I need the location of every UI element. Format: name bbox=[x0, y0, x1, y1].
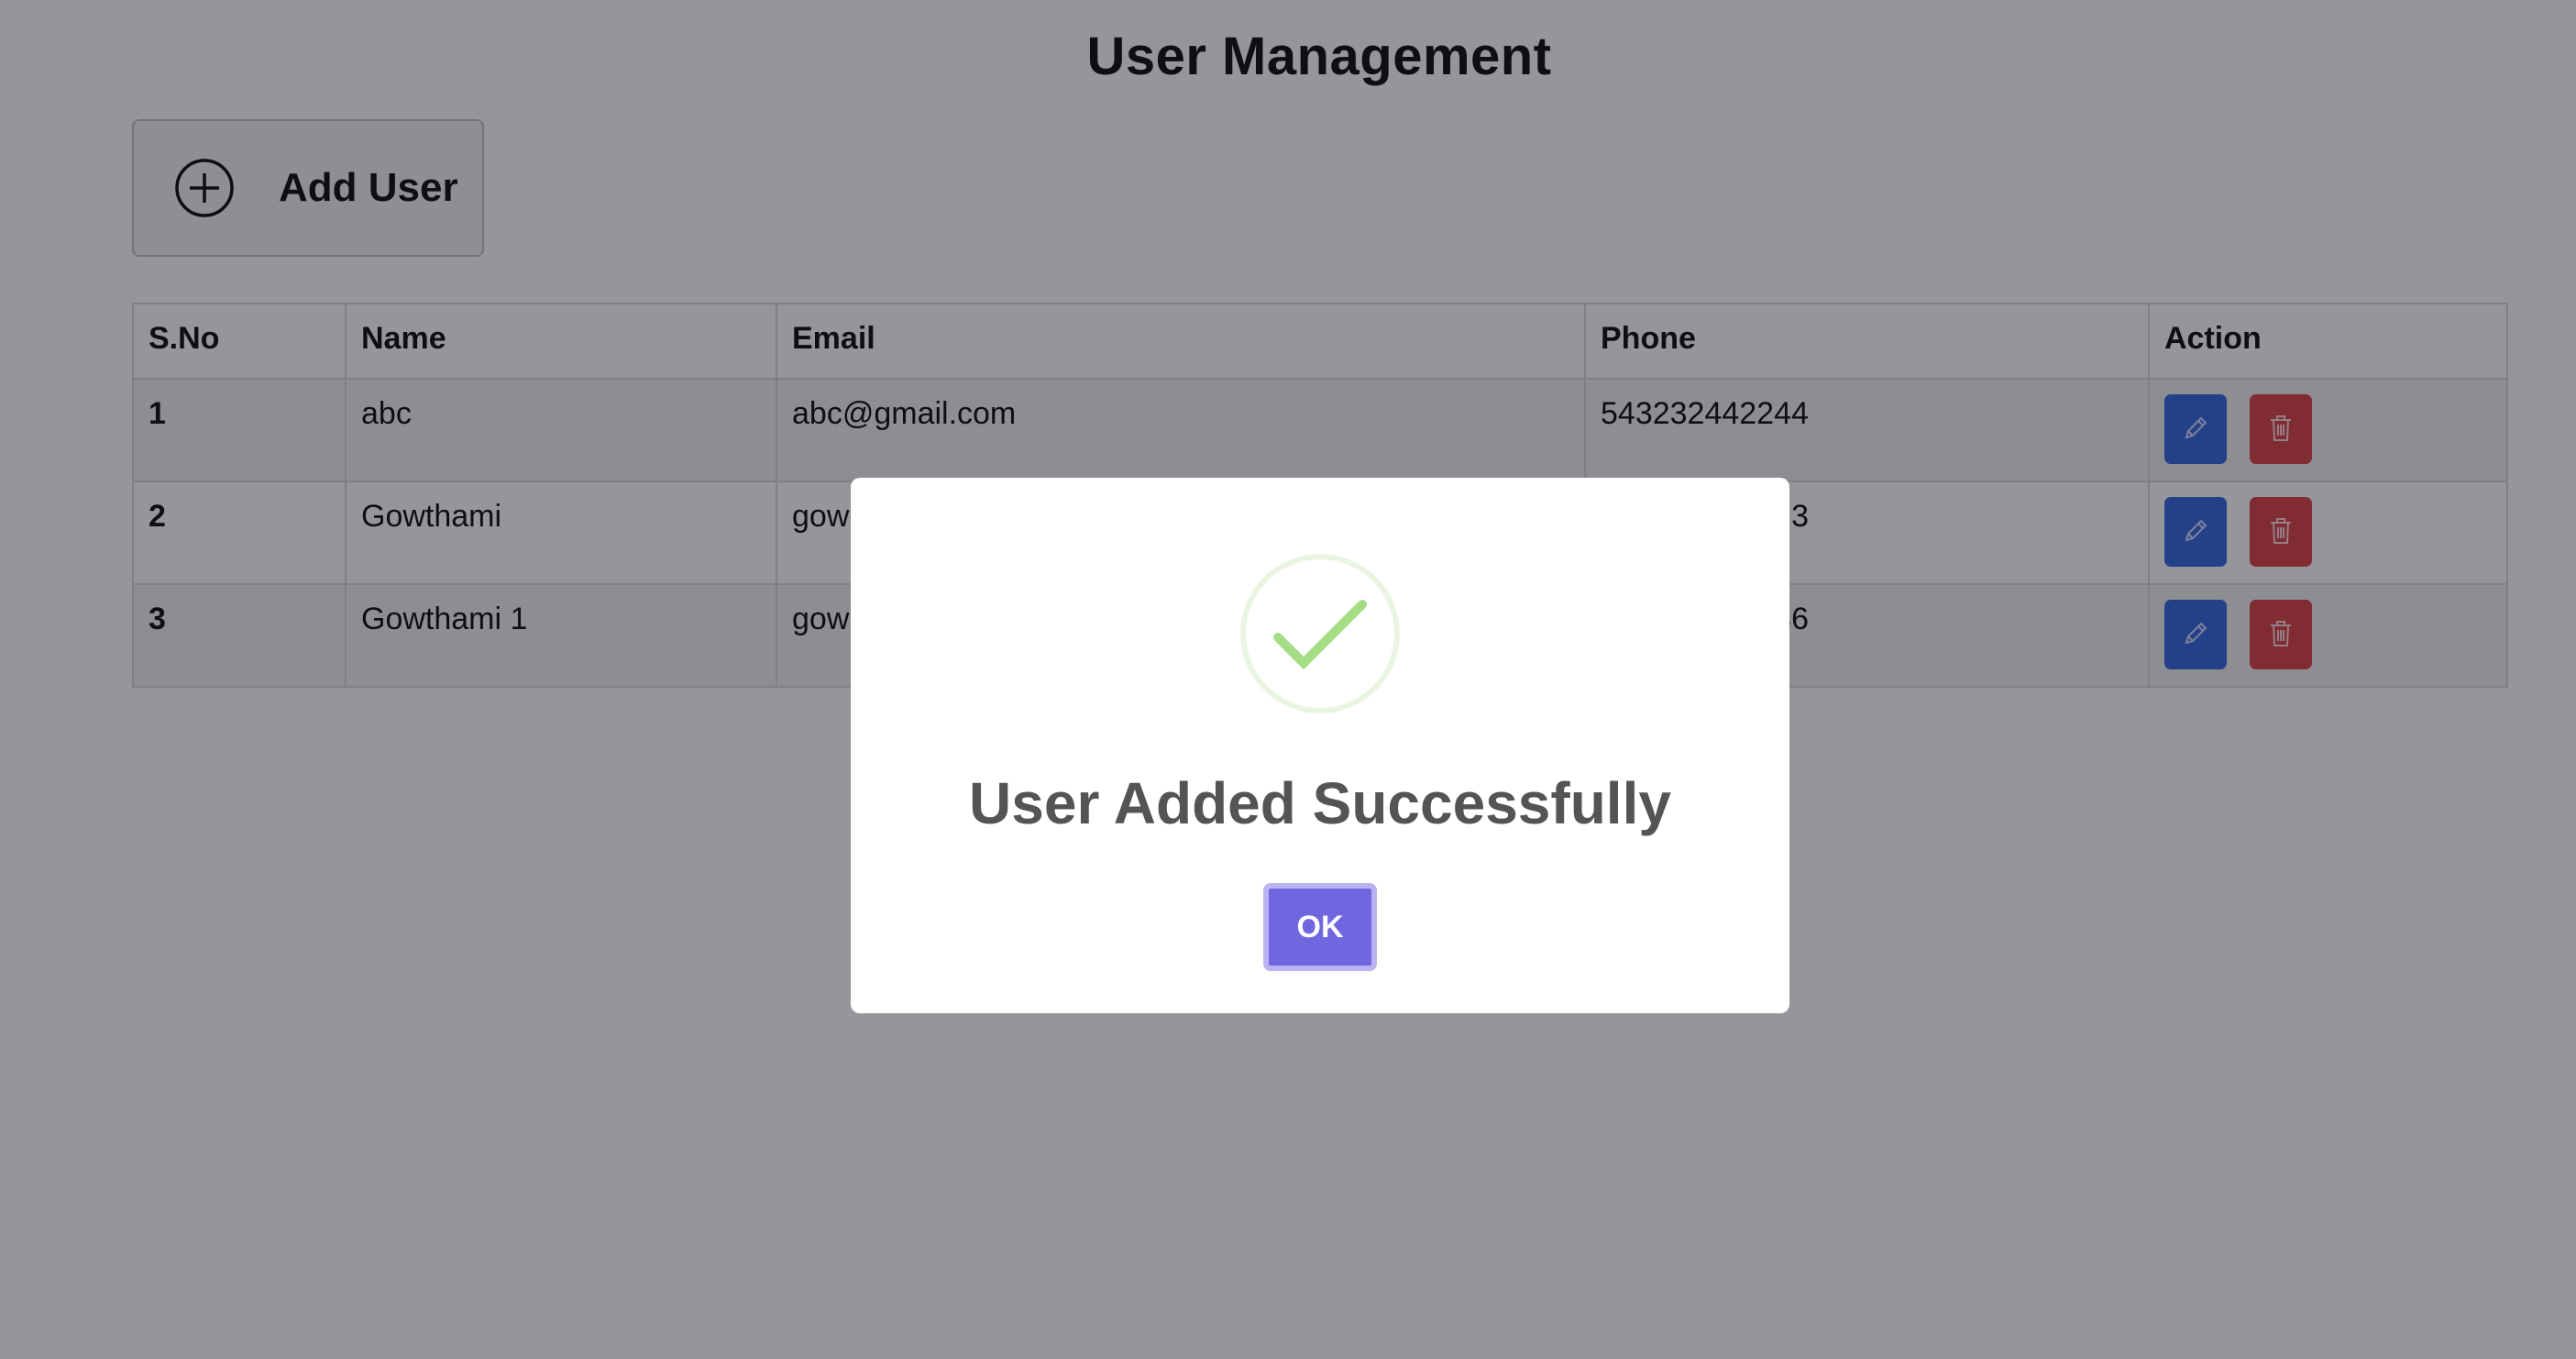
dialog-title: User Added Successfully bbox=[969, 770, 1671, 836]
ok-button[interactable]: OK bbox=[1263, 883, 1377, 971]
user-management-page: User Management Add User S.No Name Email… bbox=[0, 0, 2576, 1359]
checkmark-icon bbox=[1238, 551, 1403, 716]
success-dialog: User Added Successfully OK bbox=[851, 478, 1789, 1013]
